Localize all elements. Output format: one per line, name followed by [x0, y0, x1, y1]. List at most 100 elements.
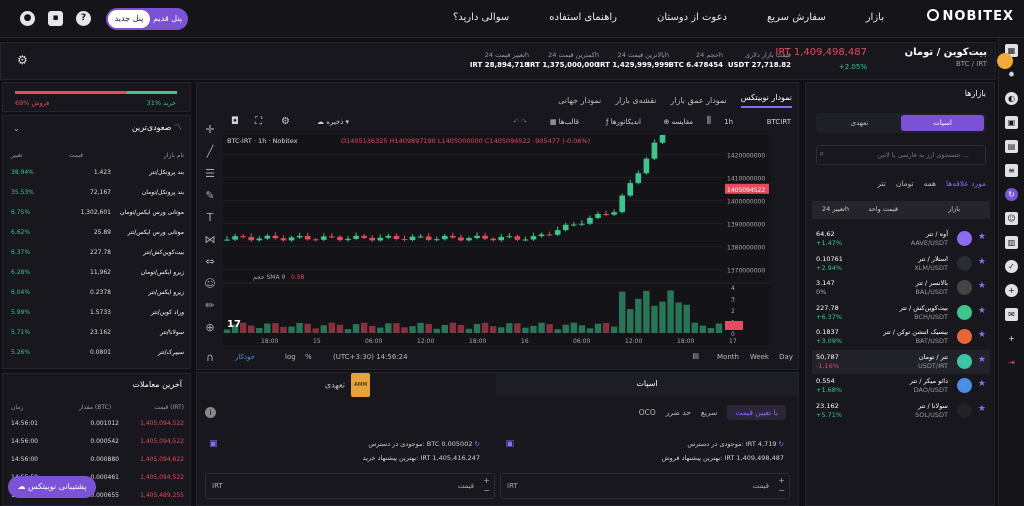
symbol-select[interactable]: BTCIRT [767, 118, 791, 126]
crosshair-icon[interactable]: ✛ [201, 119, 219, 141]
gainer-row[interactable]: 35.53% 72,167 بند پروتکل/تومان [3, 184, 192, 204]
favorite-star-icon[interactable]: ★ [978, 306, 986, 316]
zoom-icon[interactable]: ⊕ [201, 317, 219, 339]
add-icon[interactable]: + [1005, 284, 1018, 297]
nav-faq[interactable]: سوالی دارید؟ [453, 12, 509, 23]
security-icon[interactable]: ✓ [1005, 260, 1018, 273]
gainer-row[interactable]: 5.26% 0.0801 سیپرک/تتر [3, 344, 192, 364]
range-month[interactable]: Month [717, 353, 739, 361]
settings-gear-icon[interactable]: ⚙ [17, 53, 28, 67]
pattern-icon[interactable]: ⋈ [201, 229, 219, 251]
nobitex-logo[interactable]: NOBITEX [926, 9, 1014, 24]
support-chat-button[interactable]: ☁ پشتیبانی نوبیتکس [8, 476, 96, 498]
filter-toman[interactable]: تومان [896, 179, 914, 188]
candle-type-icon[interactable]: ⫼ [707, 116, 711, 126]
nav-quick-order[interactable]: سفارش سریع [767, 12, 826, 23]
market-row[interactable]: ★ بیت‌کوین‌کش / تتر BCH/USDT 227.78 +6.37% [812, 301, 990, 325]
filter-usdt[interactable]: تتر [877, 179, 886, 188]
gainer-row[interactable]: 5.99% 1.5733 وراد کوین/تتر [3, 304, 192, 324]
ruler-icon[interactable]: ⇔ [201, 251, 219, 273]
invite-friend-icon[interactable]: + [1005, 332, 1018, 345]
market-row[interactable]: ★ بالانسر / تتر BAL/USDT 3.147 0% [812, 276, 990, 300]
col-market[interactable]: بازار [948, 205, 960, 213]
sell-price-stepper[interactable]: + − [483, 476, 490, 496]
logout-icon[interactable]: ⇥ [1005, 356, 1018, 369]
gainer-row[interactable]: 6.37% 227.78 بیت‌کوین‌کش/تتر [3, 244, 192, 264]
buy-price-stepper[interactable]: + − [778, 476, 785, 496]
order-tab-spot[interactable]: اسپات [496, 373, 798, 395]
favorite-star-icon[interactable]: ★ [978, 355, 986, 365]
market-row[interactable]: ★ سولانا / تتر SOL/USDT 23.162 +5.71% [812, 399, 990, 423]
order-type-stop[interactable]: حد ضرر [666, 408, 691, 417]
market-row[interactable]: ★ دائو میکر / تتر DAO/USDT 0.554 +1.68% [812, 374, 990, 398]
chart-settings-icon[interactable]: ⚙ [281, 116, 290, 127]
order-type-limit[interactable]: با تعیین قیمت [727, 405, 786, 420]
camera-icon[interactable]: ◘ [231, 116, 239, 127]
text-icon[interactable]: T [201, 207, 219, 229]
favorite-star-icon[interactable]: ★ [978, 379, 986, 389]
help-icon[interactable]: ? [76, 11, 91, 26]
calendar-goto-icon[interactable]: ▤ [692, 352, 699, 360]
wallet-icon[interactable]: ▣ [1005, 116, 1018, 129]
chart-icon[interactable]: ▤ [1005, 140, 1018, 153]
gainer-row[interactable]: 38.94% 1.423 بند پروتکل/تتر [3, 164, 192, 184]
exchange-icon[interactable]: ↻ [1005, 188, 1018, 201]
spot-tab[interactable]: اسپات [901, 115, 984, 131]
order-tab-futures[interactable]: تعهدی AMM [197, 373, 498, 397]
gainer-row[interactable]: 5.71% 23.162 سولانا/تتر [3, 324, 192, 344]
gainer-row[interactable]: 6.75% 1,302,601 موتانی ورس ایکس/تومان [3, 204, 192, 224]
scale-log[interactable]: log [285, 353, 296, 361]
emoji-icon[interactable]: ☺ [201, 273, 219, 295]
fib-icon[interactable]: ☰ [201, 163, 219, 185]
panel-new-option[interactable]: پنل جدید [108, 10, 150, 28]
nav-market[interactable]: بازار [866, 12, 884, 23]
fullscreen-icon[interactable]: ⛶ [255, 116, 262, 127]
nav-invite[interactable]: دعوت از دوستان [657, 12, 727, 23]
favorite-star-icon[interactable]: ★ [978, 404, 986, 414]
indicators-button[interactable]: ƒ اندیکاتورها [606, 118, 641, 126]
interval-select[interactable]: 1h [724, 118, 733, 126]
templates-button[interactable]: ▦ قالب‌ها [550, 118, 579, 126]
theme-icon[interactable]: ◐ [1005, 92, 1018, 105]
favorite-star-icon[interactable]: ★ [978, 281, 986, 291]
compare-button[interactable]: ⊕ مقایسه [664, 118, 693, 126]
pencil-icon[interactable]: ✏ [201, 295, 219, 317]
price-chart[interactable]: 1420000000 1410000000 1400000000 1390000000… [223, 135, 771, 345]
sell-price-input[interactable]: IRT قیمت + − [205, 473, 495, 499]
panel-toggle[interactable]: پنل جدید پنل قدیم [106, 8, 188, 30]
order-type-market[interactable]: سریع [701, 408, 718, 417]
tab-market-map[interactable]: نقشه‌ی بازار [615, 96, 656, 105]
market-row[interactable]: ★ بیسیک اتنشن توکن / تتر BAT/USDT 0.1837 +3.… [812, 325, 990, 349]
undo-icon[interactable]: ↶ ↷ [513, 118, 527, 126]
futures-tab[interactable]: تعهدی [818, 115, 901, 131]
range-day[interactable]: Day [779, 353, 793, 361]
order-type-oco[interactable]: OCO [639, 408, 656, 417]
market-search-input[interactable]: جستجوی ارز به فارسی یا لاتین ... [816, 145, 986, 165]
sun-icon[interactable]: ✹ [1005, 68, 1018, 81]
range-week[interactable]: Week [750, 353, 769, 361]
scale-auto[interactable]: خودکار [235, 353, 255, 361]
message-icon[interactable]: ✉ [1005, 308, 1018, 321]
save-button[interactable]: ☁ ذخیره ▾ [317, 118, 349, 126]
col-change[interactable]: تغییر 24h [822, 205, 849, 213]
filter-all[interactable]: همه [924, 179, 936, 188]
panel-old-option[interactable]: پنل قدیم [153, 8, 182, 30]
nav-guide[interactable]: راهنمای استفاده [549, 12, 617, 23]
market-row[interactable]: ★ استلار / تتر XLM/USDT 0.10761 +2.94% [812, 252, 990, 276]
market-row[interactable]: ★ تتر / تومان USDT/IRT 50,787 -1.16% [812, 349, 990, 374]
filter-favorites[interactable]: مورد علاقه‌ها [946, 179, 986, 188]
orders-icon[interactable]: ≡ [1005, 164, 1018, 177]
user-icon[interactable]: ● [20, 11, 35, 26]
trendline-icon[interactable]: ╱ [201, 141, 219, 163]
col-price[interactable]: قیمت واحد [868, 205, 898, 213]
buy-price-input[interactable]: IRT قیمت + − [500, 473, 790, 499]
calendar-icon[interactable]: ▥ [1005, 236, 1018, 249]
scale-percent[interactable]: % [305, 353, 312, 361]
info-icon[interactable]: i [205, 407, 216, 418]
market-row[interactable]: ★ آوه / تتر AAVE/USDT 64.62 +1.47% [812, 227, 990, 251]
gainer-row[interactable]: 6.04% 0.2378 زیرو ایکس/تتر [3, 284, 192, 304]
collapse-chevron-icon[interactable]: ⌄ [13, 124, 20, 133]
gainer-row[interactable]: 6.62% 25.89 موتانی ورس ایکس/تتر [3, 224, 192, 244]
tab-global-chart[interactable]: نمودار جهانی [558, 96, 601, 105]
notifications-icon[interactable]: ▪ [48, 11, 63, 26]
